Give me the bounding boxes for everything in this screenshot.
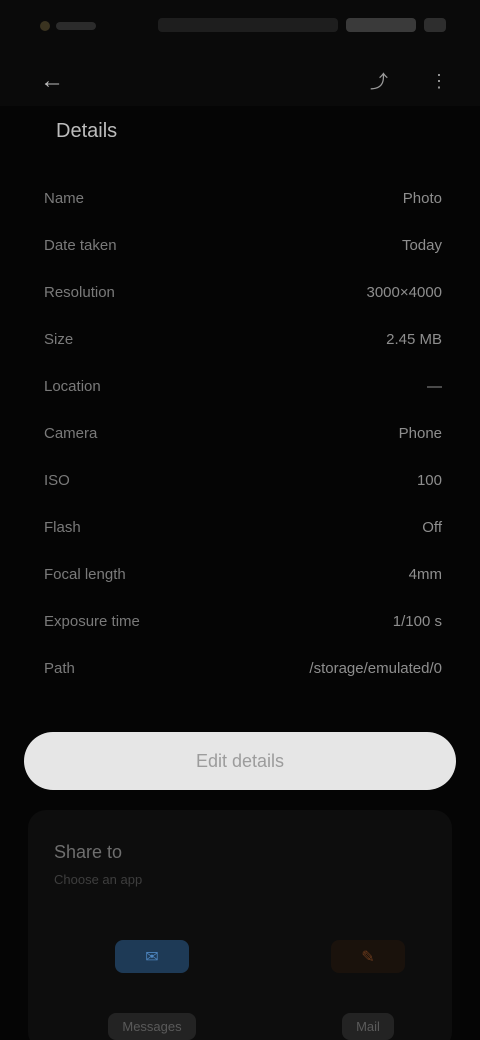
status-bar <box>0 0 480 56</box>
info-row-resolution: Resolution 3000×4000 <box>0 269 480 316</box>
info-key: Exposure time <box>44 613 140 630</box>
info-row-name: Name Photo <box>0 175 480 222</box>
status-indicator <box>56 22 96 30</box>
info-row-date: Date taken Today <box>0 222 480 269</box>
info-value: Today <box>401 237 442 254</box>
share-panel-subtitle: Choose an app <box>54 872 143 887</box>
info-value: 100 <box>416 472 442 489</box>
info-key: Name <box>44 190 85 207</box>
share-option-messages[interactable]: ✉ Messages <box>82 920 222 1040</box>
status-left <box>40 18 110 34</box>
share-panel: Share to Choose an app ✉ Messages ✎ Mail <box>28 810 452 1040</box>
section-title: Details <box>56 120 118 142</box>
info-row-location: Location — <box>0 363 480 410</box>
more-options-icon[interactable]: ⋮ <box>422 64 456 98</box>
mail-icon: ✎ <box>331 940 405 973</box>
share-option-mail[interactable]: ✎ Mail <box>298 920 438 1040</box>
info-row-exposure: Exposure time 1/100 s <box>0 598 480 645</box>
info-key: Location <box>44 378 101 395</box>
back-arrow-icon[interactable]: ← <box>32 64 72 98</box>
info-key: ISO <box>44 472 70 489</box>
message-icon: ✉ <box>115 940 189 973</box>
notification-icon <box>40 21 50 31</box>
info-key: Resolution <box>44 284 115 301</box>
share-option-label: Messages <box>108 1013 196 1040</box>
info-value: 1/100 s <box>392 613 442 630</box>
info-row-camera: Camera Phone <box>0 410 480 457</box>
toolbar: ← ⤴ ⋮ <box>0 56 480 106</box>
info-value: Photo <box>402 190 442 207</box>
info-value: Off <box>422 519 442 536</box>
info-key: Flash <box>44 519 81 536</box>
info-key: Path <box>44 660 75 677</box>
signal-icon <box>158 18 338 32</box>
info-key: Size <box>44 331 74 348</box>
info-row-focal-length: Focal length 4mm <box>0 551 480 598</box>
edit-details-button[interactable]: Edit details <box>24 732 456 790</box>
details-screen: ← ⤴ ⋮ Details Name Photo Date taken Toda… <box>0 0 480 1040</box>
info-value: 2.45 MB <box>386 331 442 348</box>
share-option-label: Mail <box>342 1013 394 1040</box>
info-value: — <box>427 378 442 395</box>
info-value: Phone <box>398 425 442 442</box>
info-key: Focal length <box>44 566 126 583</box>
wifi-icon <box>346 18 416 32</box>
info-row-flash: Flash Off <box>0 504 480 551</box>
info-value: 4mm <box>408 566 442 583</box>
info-row-path: Path /storage/emulated/0 <box>0 645 480 692</box>
status-right <box>158 18 446 32</box>
info-value: /storage/emulated/0 <box>309 660 442 677</box>
info-row-size: Size 2.45 MB <box>0 316 480 363</box>
info-row-iso: ISO 100 <box>0 457 480 504</box>
battery-icon <box>424 18 446 32</box>
info-key: Date taken <box>44 237 117 254</box>
share-icon[interactable]: ⤴ <box>362 64 396 98</box>
info-list: Name Photo Date taken Today Resolution 3… <box>0 175 480 692</box>
info-key: Camera <box>44 425 98 442</box>
info-value: 3000×4000 <box>366 284 443 301</box>
toolbar-actions: ⤴ ⋮ <box>362 64 456 98</box>
share-panel-title: Share to <box>54 842 123 862</box>
